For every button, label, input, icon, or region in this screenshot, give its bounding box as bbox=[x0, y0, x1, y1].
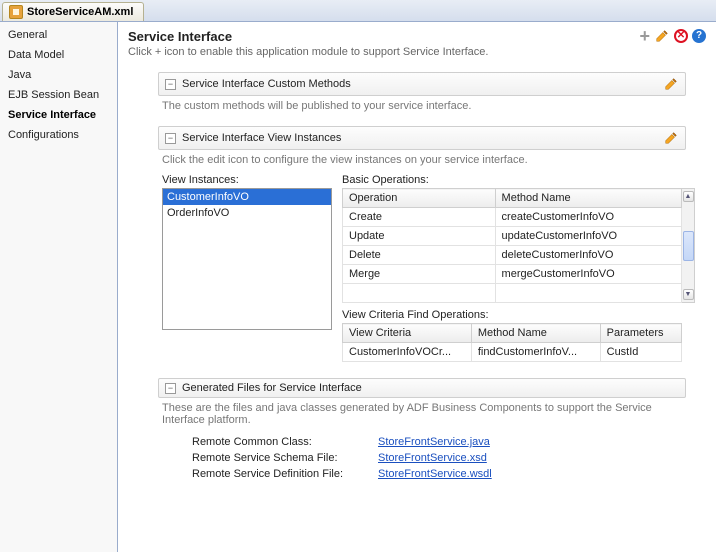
collapse-icon[interactable]: − bbox=[165, 79, 176, 90]
section-title: Generated Files for Service Interface bbox=[182, 382, 362, 394]
gen-link[interactable]: StoreFrontService.xsd bbox=[378, 452, 487, 464]
section-desc: Click the edit icon to configure the vie… bbox=[158, 150, 686, 168]
table-row[interactable]: CustomerInfoVOCr... findCustomerInfoV...… bbox=[343, 343, 682, 362]
scroll-up-icon[interactable]: ▲ bbox=[683, 191, 694, 202]
section-header[interactable]: − Service Interface Custom Methods bbox=[158, 72, 686, 96]
sidebar-item-java[interactable]: Java bbox=[0, 65, 117, 85]
list-item[interactable]: OrderInfoVO bbox=[163, 205, 331, 221]
appmodule-icon bbox=[9, 5, 23, 19]
view-criteria-table[interactable]: View Criteria Method Name Parameters Cus… bbox=[342, 323, 682, 362]
collapse-icon[interactable]: − bbox=[165, 383, 176, 394]
tab-bar: StoreServiceAM.xml bbox=[0, 0, 716, 22]
edit-section-icon[interactable] bbox=[663, 130, 679, 146]
col-method-name[interactable]: Method Name bbox=[495, 189, 681, 208]
collapse-icon[interactable]: − bbox=[165, 133, 176, 144]
sidebar-item-configurations[interactable]: Configurations bbox=[0, 125, 117, 145]
gen-key: Remote Common Class: bbox=[192, 436, 372, 448]
section-header[interactable]: − Service Interface View Instances bbox=[158, 126, 686, 150]
gen-link[interactable]: StoreFrontService.java bbox=[378, 436, 490, 448]
table-row[interactable]: MergemergeCustomerInfoVO bbox=[343, 265, 682, 284]
scrollbar[interactable]: ▲ ▼ bbox=[682, 188, 695, 303]
delete-icon[interactable]: ✕ bbox=[674, 29, 688, 43]
list-item[interactable]: CustomerInfoVO bbox=[163, 189, 331, 205]
section-view-instances: − Service Interface View Instances Click… bbox=[158, 126, 686, 366]
generated-file-row: Remote Service Schema File: StoreFrontSe… bbox=[162, 450, 682, 466]
table-header-row: Operation Method Name bbox=[343, 189, 682, 208]
col-view-criteria[interactable]: View Criteria bbox=[343, 324, 472, 343]
sidebar-item-ejb[interactable]: EJB Session Bean bbox=[0, 85, 117, 105]
view-criteria-label: View Criteria Find Operations: bbox=[342, 309, 682, 321]
table-row[interactable]: CreatecreateCustomerInfoVO bbox=[343, 208, 682, 227]
scroll-thumb[interactable] bbox=[683, 231, 694, 261]
col-method-name[interactable]: Method Name bbox=[471, 324, 600, 343]
table-row[interactable]: DeletedeleteCustomerInfoVO bbox=[343, 246, 682, 265]
main-panel: Service Interface + ✕ ? Click + icon to … bbox=[118, 22, 716, 552]
add-icon[interactable]: + bbox=[639, 29, 650, 43]
help-icon[interactable]: ? bbox=[692, 29, 706, 43]
col-operation[interactable]: Operation bbox=[343, 189, 496, 208]
scroll-down-icon[interactable]: ▼ bbox=[683, 289, 694, 300]
gen-link[interactable]: StoreFrontService.wsdl bbox=[378, 468, 492, 480]
generated-file-row: Remote Common Class: StoreFrontService.j… bbox=[162, 434, 682, 450]
section-header[interactable]: − Generated Files for Service Interface bbox=[158, 378, 686, 398]
gen-key: Remote Service Definition File: bbox=[192, 468, 372, 480]
file-tab-label: StoreServiceAM.xml bbox=[27, 6, 133, 18]
basic-operations-table[interactable]: Operation Method Name CreatecreateCustom… bbox=[342, 188, 682, 303]
sidebar-item-general[interactable]: General bbox=[0, 25, 117, 45]
section-title: Service Interface View Instances bbox=[182, 132, 341, 144]
gen-key: Remote Service Schema File: bbox=[192, 452, 372, 464]
section-generated-files: − Generated Files for Service Interface … bbox=[158, 378, 686, 486]
sidebar-item-service-interface[interactable]: Service Interface bbox=[0, 105, 117, 125]
section-desc: The custom methods will be published to … bbox=[158, 96, 686, 114]
edit-icon[interactable] bbox=[654, 28, 670, 44]
sidebar: General Data Model Java EJB Session Bean… bbox=[0, 22, 118, 552]
section-title: Service Interface Custom Methods bbox=[182, 78, 351, 90]
section-desc: These are the files and java classes gen… bbox=[158, 398, 686, 428]
generated-file-row: Remote Service Definition File: StoreFro… bbox=[162, 466, 682, 482]
view-instances-label: View Instances: bbox=[162, 174, 332, 186]
col-parameters[interactable]: Parameters bbox=[600, 324, 681, 343]
basic-ops-label: Basic Operations: bbox=[342, 174, 682, 186]
view-instances-list[interactable]: CustomerInfoVO OrderInfoVO bbox=[162, 188, 332, 330]
page-subtitle: Click + icon to enable this application … bbox=[128, 46, 706, 58]
sidebar-item-datamodel[interactable]: Data Model bbox=[0, 45, 117, 65]
page-actions: + ✕ ? bbox=[639, 28, 706, 44]
file-tab[interactable]: StoreServiceAM.xml bbox=[2, 2, 144, 21]
table-row[interactable] bbox=[343, 284, 682, 303]
table-row[interactable]: UpdateupdateCustomerInfoVO bbox=[343, 227, 682, 246]
section-custom-methods: − Service Interface Custom Methods The c… bbox=[158, 72, 686, 114]
page-title: Service Interface bbox=[128, 29, 232, 44]
edit-section-icon[interactable] bbox=[663, 76, 679, 92]
table-header-row: View Criteria Method Name Parameters bbox=[343, 324, 682, 343]
